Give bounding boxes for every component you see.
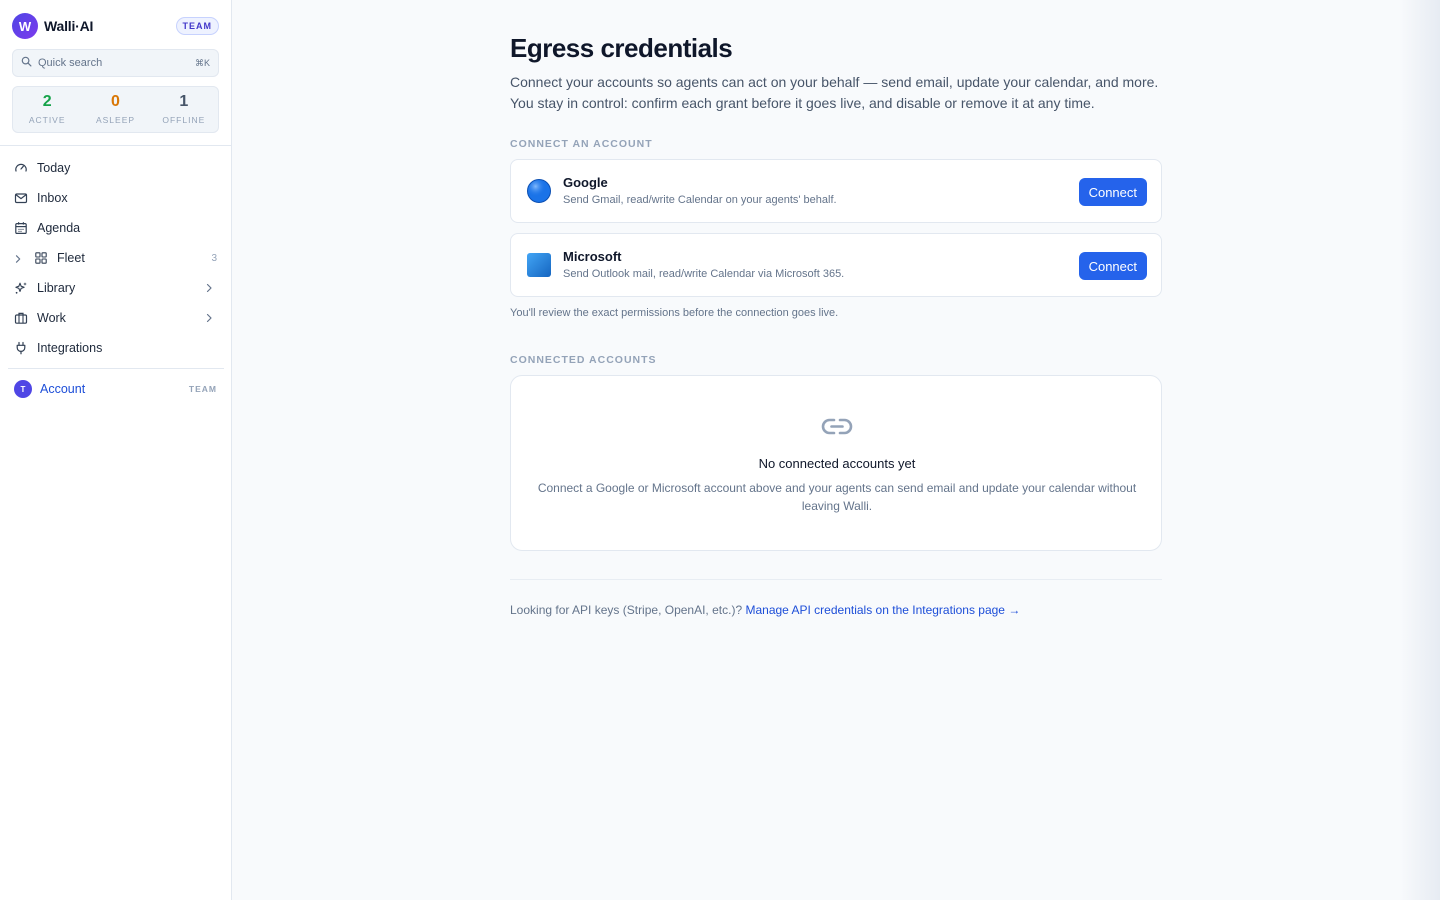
sidebar-item-inbox[interactable]: Inbox <box>0 183 231 213</box>
grid-icon <box>34 251 48 265</box>
sidebar-item-integrations[interactable]: Integrations <box>0 333 231 363</box>
empty-state-description: Connect a Google or Microsoft account ab… <box>537 481 1137 513</box>
search-placeholder: Quick search <box>38 57 103 69</box>
microsoft-icon <box>527 253 551 277</box>
account-menu[interactable]: T Account TEAM <box>14 380 217 398</box>
sidebar-item-label: Fleet <box>57 251 85 265</box>
quick-search-input[interactable]: Quick search ⌘K <box>12 49 219 77</box>
sidebar-item-agenda[interactable]: Agenda <box>0 213 231 243</box>
chevron-right-icon[interactable] <box>13 253 23 263</box>
connected-section-label: CONNECTED ACCOUNTS <box>510 354 657 366</box>
brand-name[interactable]: Walli·AI <box>44 18 93 34</box>
page-description-line: Connect your accounts so agents can act … <box>510 74 1159 90</box>
agent-status-summary: 2 ACTIVE 0 ASLEEP 1 OFFLINE <box>12 86 219 133</box>
stat-offline-value: 1 <box>179 93 189 110</box>
sidebar-item-label: Today <box>37 161 71 175</box>
gauge-icon <box>14 161 28 175</box>
account-plan-badge: TEAM <box>188 384 217 394</box>
page-title: Egress credentials <box>510 33 733 63</box>
brand-logo[interactable]: W <box>12 13 38 39</box>
chevron-right-icon <box>206 283 212 293</box>
manage-api-credentials-link[interactable]: Manage API credentials on the Integratio… <box>745 603 1020 617</box>
sidebar-item-label: Inbox <box>37 191 68 205</box>
fleet-count: 3 <box>211 252 217 264</box>
sidebar-item-work[interactable]: Work <box>0 303 231 333</box>
plan-badge: TEAM <box>175 17 219 35</box>
stat-asleep-label: ASLEEP <box>95 115 136 125</box>
provider-name: Microsoft <box>563 249 622 264</box>
sidebar-divider <box>0 145 231 146</box>
sidebar-item-fleet[interactable]: Fleet 3 <box>0 243 231 273</box>
provider-card-microsoft: Microsoft Send Outlook mail, read/write … <box>510 233 1162 297</box>
chevron-right-icon <box>206 313 212 323</box>
empty-state-title: No connected accounts yet <box>758 456 916 471</box>
stat-active-value: 2 <box>42 93 52 110</box>
account-label: Account <box>40 382 86 396</box>
brand-row: W Walli·AI TEAM <box>12 13 219 39</box>
search-icon <box>21 54 32 72</box>
search-shortcut: ⌘K <box>194 57 210 68</box>
provider-description: Send Outlook mail, read/write Calendar v… <box>563 268 845 280</box>
sidebar-item-label: Integrations <box>37 341 103 355</box>
stat-asleep-value: 0 <box>111 93 120 110</box>
page-description-line: You stay in control: confirm each grant … <box>510 95 1095 111</box>
link-icon <box>821 418 853 435</box>
sidebar-item-today[interactable]: Today <box>0 153 231 183</box>
sidebar-item-label: Agenda <box>37 221 81 235</box>
permissions-note: You'll review the exact permissions befo… <box>510 307 839 319</box>
stat-active[interactable]: 2 ACTIVE <box>13 87 81 132</box>
briefcase-icon <box>14 311 28 325</box>
provider-card-google: Google Send Gmail, read/write Calendar o… <box>510 159 1162 223</box>
calendar-icon <box>14 221 28 235</box>
plug-icon <box>14 341 28 355</box>
provider-description: Send Gmail, read/write Calendar on your … <box>563 194 837 206</box>
sidebar-item-library[interactable]: Library <box>0 273 231 303</box>
sidebar: W Walli·AI TEAM Quick search ⌘K 2 ACTIVE… <box>0 0 232 900</box>
divider <box>510 579 1162 580</box>
connected-accounts-empty-state: No connected accounts yet Connect a Goog… <box>510 375 1162 551</box>
google-icon <box>527 179 551 203</box>
footer-text: Looking for API keys (Stripe, OpenAI, et… <box>510 603 743 617</box>
sidebar-item-label: Library <box>37 281 76 295</box>
sparkles-icon <box>14 281 28 295</box>
provider-name: Google <box>563 175 608 190</box>
connect-microsoft-button[interactable]: Connect <box>1078 252 1147 280</box>
edge-shadow <box>1400 0 1440 900</box>
mail-icon <box>14 191 28 205</box>
stat-offline-label: OFFLINE <box>162 115 206 125</box>
sidebar-item-label: Work <box>37 311 66 325</box>
sidebar-nav: Today Inbox Agenda Fleet 3 Library Work … <box>0 153 231 363</box>
page-description: Connect your accounts so agents can act … <box>510 72 1170 114</box>
connect-section-label: CONNECT AN ACCOUNT <box>510 138 653 150</box>
stat-asleep[interactable]: 0 ASLEEP <box>81 87 149 132</box>
avatar: T <box>14 380 32 398</box>
stat-active-label: ACTIVE <box>28 115 66 125</box>
stat-offline[interactable]: 1 OFFLINE <box>150 87 218 132</box>
footer-note: Looking for API keys (Stripe, OpenAI, et… <box>510 603 1020 617</box>
connect-google-button[interactable]: Connect <box>1078 178 1147 206</box>
sidebar-divider <box>8 368 224 369</box>
